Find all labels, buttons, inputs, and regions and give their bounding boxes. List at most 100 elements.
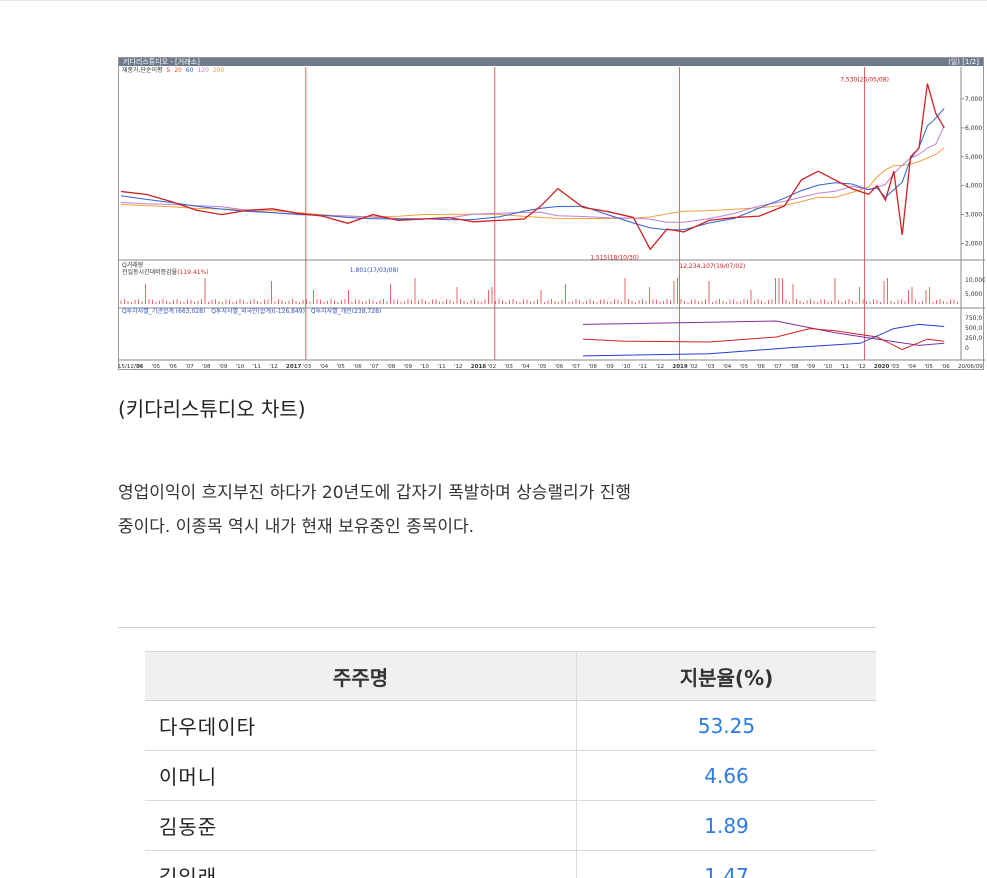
x-tick-label: 2018 <box>471 364 486 370</box>
y-tick-label: 2,000 <box>965 241 982 248</box>
table-header-row: 주주명 지분율(%) <box>145 651 876 701</box>
stock-chart: 7,000 6,000 5,000 4,000 3,000 2,000 7,530(20/0… <box>118 57 985 370</box>
x-tick-label: '07 <box>185 364 194 370</box>
x-tick-label: 2017 <box>286 364 301 370</box>
x-tick-label: '04 <box>320 364 329 370</box>
x-tick-label: '06 <box>353 364 362 370</box>
share-ratio: 4.66 <box>576 750 876 801</box>
table-row: 김동준 1.89 <box>145 800 876 851</box>
x-tick-label: '08 <box>387 364 396 370</box>
x-tick-label: '09 <box>605 364 614 370</box>
moving-average-line <box>120 125 945 223</box>
x-tick-label: '06 <box>756 364 765 370</box>
x-tick-label: '04 <box>908 364 917 370</box>
investor-label-retail: Q투자자별_개인(238,728) <box>310 308 382 315</box>
x-tick-label: '11 <box>252 364 261 370</box>
x-tick-label: '07 <box>773 364 782 370</box>
x-tick-label: '09 <box>404 364 413 370</box>
investor-label-inst: Q투자자별_기관합계 (663,028) <box>122 308 206 315</box>
paragraph-line-1: 영업이익이 흐지부진 하다가 20년도에 갑자기 폭발하며 상승랠리가 진행 <box>118 483 632 503</box>
paragraph-line-2: 중이다. 이종목 역시 내가 현재 보유중인 종목이다. <box>118 517 475 537</box>
y-tick-label: 4,000 <box>965 183 982 190</box>
x-tick-label: '10 <box>420 364 429 370</box>
y-tick-label: 3,000 <box>965 212 982 219</box>
shareholder-name: 김익래 <box>145 850 577 878</box>
investor-tick-label: 750,0 <box>965 315 982 322</box>
moving-average-line <box>120 147 945 219</box>
table-frame <box>118 627 876 634</box>
investor-tick-label: 500,0 <box>965 325 982 332</box>
shareholder-table: 주주명 지분율(%) 다우데이타 53.25 이머니 4.66 김동준 1.89… <box>145 651 876 878</box>
investor-labels: Q투자자별_기관합계 (663,028) Q투자자별_외국인(합계)(-126,… <box>122 308 381 315</box>
x-tick-label: '05 <box>152 364 161 370</box>
volume-tick-label: 5,000 <box>965 291 982 298</box>
x-tick-label: '05 <box>336 364 345 370</box>
chart-legend: 재종가,단순이평 5 20 60 120 200 <box>122 67 226 74</box>
x-tick-label: '11 <box>639 364 648 370</box>
investor-label-foreign: Q투자자별_외국인(합계)(-126,849) <box>211 308 305 315</box>
legend-prefix: 재종가,단순이평 <box>122 67 163 74</box>
share-ratio: 53.25 <box>576 700 876 751</box>
chart-canvas: 7,000 6,000 5,000 4,000 3,000 2,000 7,530(20/0… <box>119 67 985 370</box>
volume-ratio-value: (119.41%) <box>177 269 209 276</box>
legend-period: 20 <box>174 67 182 74</box>
x-tick-label: '06 <box>168 364 177 370</box>
chart-annotation: 12,234,107(19/07/02) <box>679 263 745 270</box>
x-tick-label: '11 <box>840 364 849 370</box>
investor-tick-label: 0 <box>965 345 969 352</box>
x-tick-label: '12 <box>656 364 665 370</box>
shareholder-name: 김동준 <box>145 800 577 851</box>
x-tick-label: '04 <box>135 364 144 370</box>
legend-period: 5 <box>166 67 171 74</box>
share-ratio: 1.47 <box>576 850 876 878</box>
x-tick-label: '04 <box>723 364 732 370</box>
x-tick-label: '03 <box>504 364 513 370</box>
x-tick-label: '03 <box>303 364 312 370</box>
x-tick-label: '05 <box>740 364 749 370</box>
shareholder-name: 이머니 <box>145 750 577 801</box>
y-tick-label: 5,000 <box>965 154 982 161</box>
x-tick-label: '02 <box>689 364 698 370</box>
shareholder-name: 다우데이타 <box>145 700 577 751</box>
header-share-ratio: 지분율(%) <box>576 651 876 701</box>
investor-line <box>582 328 945 351</box>
x-tick-label: '08 <box>588 364 597 370</box>
x-tick-label: '10 <box>824 364 833 370</box>
chart-titlebar: 키다리스튜디오 - [거래소] (일) [1/2] <box>119 58 983 66</box>
price-line <box>120 83 945 251</box>
x-tick-label: '02 <box>488 364 497 370</box>
x-tick-label: '06 <box>555 364 564 370</box>
table-row: 다우데이타 53.25 <box>145 700 876 751</box>
x-tick-label: '12 <box>454 364 463 370</box>
legend-period: 60 <box>185 67 194 74</box>
x-tick-label: 2020 <box>874 364 889 370</box>
moving-average-line <box>120 107 945 231</box>
x-tick-label: '09 <box>219 364 228 370</box>
volume-ratio-label: 전일동시간대비증감율(119.41%) <box>122 269 209 276</box>
chart-annotation: 1,801(17/03/08) <box>350 267 399 274</box>
x-tick-label: '07 <box>370 364 379 370</box>
x-tick-label: '12 <box>857 364 866 370</box>
y-tick-label: 7,000 <box>965 96 982 103</box>
x-tick-label: 2019 <box>672 364 687 370</box>
table-row: 이머니 4.66 <box>145 750 876 801</box>
legend-period: 120 <box>197 67 209 74</box>
volume-tick-label: 10,000 <box>965 277 985 284</box>
x-tick-label: '11 <box>437 364 446 370</box>
share-ratio: 1.89 <box>576 800 876 851</box>
x-tick-label: '04 <box>521 364 530 370</box>
table-row: 김익래 1.47 <box>145 850 876 878</box>
chart-annotation: 1,515(18/10/30) <box>590 254 639 261</box>
x-tick-label: '08 <box>202 364 211 370</box>
y-tick-label: 6,000 <box>965 125 982 132</box>
chart-caption: (키다리스튜디오 차트) <box>118 397 306 421</box>
x-tick-label: '06 <box>941 364 950 370</box>
x-tick-label: '05 <box>924 364 933 370</box>
legend-period: 200 <box>212 67 225 74</box>
header-shareholder: 주주명 <box>145 651 577 701</box>
x-tick-label: '03 <box>706 364 715 370</box>
x-tick-label: '08 <box>790 364 799 370</box>
x-tick-label: 20/06/09 <box>958 364 983 370</box>
chart-title: 키다리스튜디오 - [거래소] <box>123 58 200 66</box>
x-tick-label: '03 <box>891 364 900 370</box>
